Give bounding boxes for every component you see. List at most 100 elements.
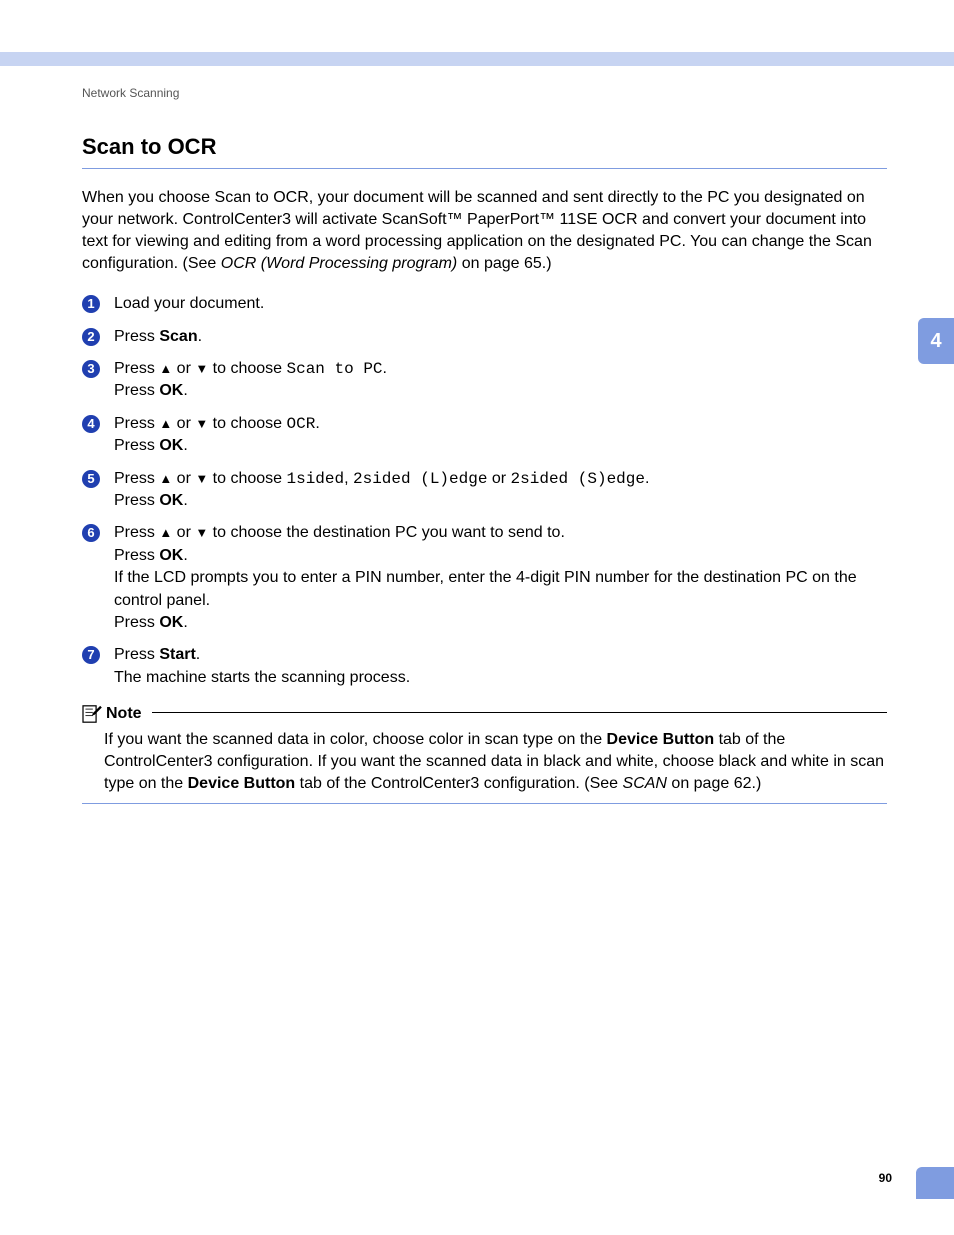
step-body: Press Start. The machine starts the scan…	[114, 644, 887, 689]
intro-text-tail: on page 65.)	[457, 255, 551, 272]
step-number-icon: 7	[82, 646, 100, 664]
title-underline	[82, 168, 887, 169]
text: to choose	[208, 470, 286, 487]
page-title: Scan to OCR	[82, 134, 887, 160]
text: Press	[114, 614, 159, 631]
page-number: 90	[879, 1171, 892, 1185]
text: or	[172, 524, 195, 541]
note-close-rule	[82, 803, 887, 804]
text: Press	[114, 328, 159, 345]
step-number-icon: 5	[82, 470, 100, 488]
content-area: Network Scanning Scan to OCR When you ch…	[82, 86, 887, 804]
step-body: Press ▲ or ▼ to choose 1sided, 2sided (L…	[114, 468, 887, 513]
text: Press	[114, 360, 159, 377]
text: or	[487, 470, 510, 487]
button-label: OK	[159, 547, 183, 564]
note-body: If you want the scanned data in color, c…	[82, 729, 887, 795]
text: Press	[114, 382, 159, 399]
step-6: 6 Press ▲ or ▼ to choose the destination…	[82, 522, 887, 634]
step-2: 2 Press Scan.	[82, 326, 887, 348]
button-label: OK	[159, 382, 183, 399]
note-header: Note	[82, 705, 887, 723]
text: tab of the ControlCenter3 configuration.…	[295, 775, 622, 792]
up-arrow-icon: ▲	[159, 360, 172, 378]
tab-label: Device Button	[607, 731, 715, 748]
note-rule	[152, 712, 887, 713]
lcd-text: Scan to PC	[287, 360, 383, 378]
intro-paragraph: When you choose Scan to OCR, your docume…	[82, 187, 887, 275]
text: Press	[114, 437, 159, 454]
text: The machine starts the scanning process.	[114, 669, 410, 686]
text: .	[196, 646, 200, 663]
note-label: Note	[106, 705, 142, 723]
text: .	[383, 360, 387, 377]
text: .	[183, 437, 187, 454]
up-arrow-icon: ▲	[159, 524, 172, 542]
text: Press	[114, 470, 159, 487]
lcd-text: OCR	[287, 415, 316, 433]
link-text: SCAN	[623, 775, 667, 792]
text: If the LCD prompts you to enter a PIN nu…	[114, 569, 857, 608]
lcd-text: 2sided (S)edge	[511, 470, 645, 488]
step-4: 4 Press ▲ or ▼ to choose OCR. Press OK.	[82, 413, 887, 458]
corner-tab	[916, 1167, 954, 1199]
text: to choose	[208, 415, 286, 432]
button-label: OK	[159, 437, 183, 454]
text: .	[183, 614, 187, 631]
text: If you want the scanned data in color, c…	[104, 731, 607, 748]
step-number-icon: 2	[82, 328, 100, 346]
step-5: 5 Press ▲ or ▼ to choose 1sided, 2sided …	[82, 468, 887, 513]
step-number-icon: 6	[82, 524, 100, 542]
step-number-icon: 1	[82, 295, 100, 313]
text: .	[183, 382, 187, 399]
text: .	[645, 470, 649, 487]
step-body: Press ▲ or ▼ to choose Scan to PC. Press…	[114, 358, 887, 403]
page: 4 Network Scanning Scan to OCR When you …	[0, 0, 954, 1235]
step-3: 3 Press ▲ or ▼ to choose Scan to PC. Pre…	[82, 358, 887, 403]
up-arrow-icon: ▲	[159, 415, 172, 433]
note-icon	[82, 705, 102, 723]
button-label: Start	[159, 646, 195, 663]
text: or	[172, 470, 195, 487]
text: or	[172, 360, 195, 377]
step-body: Load your document.	[114, 293, 887, 315]
text: or	[172, 415, 195, 432]
header-bar	[0, 52, 954, 66]
text: ,	[344, 470, 353, 487]
lcd-text: 2sided (L)edge	[353, 470, 487, 488]
step-body: Press Scan.	[114, 326, 887, 348]
text: .	[183, 492, 187, 509]
steps-list: 1 Load your document. 2 Press Scan. 3 Pr…	[82, 293, 887, 689]
button-label: OK	[159, 614, 183, 631]
chapter-tab: 4	[918, 318, 954, 364]
text: Press	[114, 415, 159, 432]
text: to choose the destination PC you want to…	[208, 524, 565, 541]
intro-link: OCR (Word Processing program)	[221, 255, 458, 272]
text: Press	[114, 646, 159, 663]
step-7: 7 Press Start. The machine starts the sc…	[82, 644, 887, 689]
step-number-icon: 4	[82, 415, 100, 433]
text: to choose	[208, 360, 286, 377]
text: .	[315, 415, 319, 432]
text: Press	[114, 547, 159, 564]
text: on page 62.)	[667, 775, 761, 792]
down-arrow-icon: ▼	[195, 360, 208, 378]
down-arrow-icon: ▼	[195, 470, 208, 488]
breadcrumb: Network Scanning	[82, 86, 887, 100]
step-number-icon: 3	[82, 360, 100, 378]
text: .	[183, 547, 187, 564]
up-arrow-icon: ▲	[159, 470, 172, 488]
button-label: OK	[159, 492, 183, 509]
lcd-text: 1sided	[287, 470, 345, 488]
button-label: Scan	[159, 328, 197, 345]
text: Press	[114, 524, 159, 541]
down-arrow-icon: ▼	[195, 415, 208, 433]
tab-label: Device Button	[188, 775, 296, 792]
note-block: Note If you want the scanned data in col…	[82, 705, 887, 804]
text: Press	[114, 492, 159, 509]
step-1: 1 Load your document.	[82, 293, 887, 315]
step-body: Press ▲ or ▼ to choose OCR. Press OK.	[114, 413, 887, 458]
text: .	[198, 328, 202, 345]
down-arrow-icon: ▼	[195, 524, 208, 542]
step-body: Press ▲ or ▼ to choose the destination P…	[114, 522, 887, 634]
